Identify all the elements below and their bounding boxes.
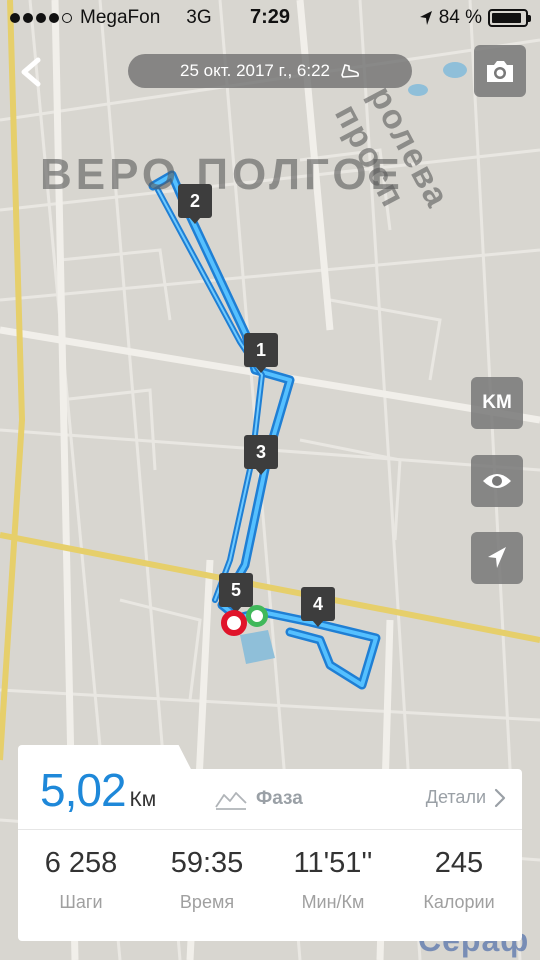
- distance-tab[interactable]: 5,02 Км: [40, 763, 156, 817]
- panel-divider: [18, 829, 522, 830]
- status-bar: MegaFon 3G 7:29 84 %: [0, 0, 540, 36]
- back-button[interactable]: [12, 50, 52, 94]
- finish-pin[interactable]: [246, 605, 268, 627]
- location-arrow-icon: [419, 11, 432, 25]
- camera-icon: [487, 61, 513, 82]
- chart-area-icon: [215, 792, 247, 810]
- phase-label: Фаза: [256, 788, 303, 809]
- details-label: Детали: [425, 787, 486, 807]
- km-splits-button[interactable]: KM: [471, 377, 523, 429]
- start-pin[interactable]: [221, 610, 247, 636]
- workout-summary-panel: 5,02 Км Фаза Детали 6 258 Шаги 59:35 Вре…: [18, 745, 522, 941]
- stat-pace: 11'51'' Мин/Км: [270, 847, 396, 913]
- eye-icon: [483, 474, 511, 488]
- route-marker-3[interactable]: 3: [244, 435, 278, 475]
- camera-button[interactable]: [474, 45, 526, 97]
- phase-tab[interactable]: Фаза: [214, 787, 303, 811]
- stat-value: 59:35: [170, 847, 244, 879]
- battery-icon: [488, 9, 531, 27]
- stat-label: Мин/Км: [301, 892, 365, 912]
- shoe-icon: [341, 64, 360, 78]
- stat-steps: 6 258 Шаги: [18, 847, 144, 913]
- chevron-left-icon: [21, 57, 41, 87]
- chevron-right-icon: [494, 788, 506, 807]
- stat-time: 59:35 Время: [144, 847, 270, 913]
- stat-label: Время: [179, 892, 235, 912]
- stat-value: 6 258: [44, 847, 118, 879]
- stat-value: 245: [434, 847, 484, 879]
- stat-label: Шаги: [59, 892, 103, 912]
- route-marker-2[interactable]: 2: [178, 184, 212, 224]
- stat-label: Калории: [423, 892, 495, 912]
- route-marker-5[interactable]: 5: [219, 573, 253, 613]
- workout-date: 25 окт. 2017 г., 6:22: [180, 61, 330, 80]
- distance-value: 5,02: [40, 764, 127, 816]
- stat-calories: 245 Калории: [396, 847, 522, 913]
- details-link[interactable]: Детали: [426, 787, 506, 808]
- locate-button[interactable]: [471, 532, 523, 584]
- stat-value: 11'51'': [293, 847, 373, 879]
- stats-row: 6 258 Шаги 59:35 Время 11'51'' Мин/Км 24…: [18, 847, 522, 913]
- visibility-button[interactable]: [471, 455, 523, 507]
- navigation-arrow-icon: [488, 547, 506, 568]
- battery-percent: 84 %: [438, 7, 482, 28]
- distance-unit: Км: [129, 788, 157, 811]
- route-marker-4[interactable]: 4: [301, 587, 335, 627]
- route-marker-1[interactable]: 1: [244, 333, 278, 373]
- workout-date-pill[interactable]: 25 окт. 2017 г., 6:22: [128, 54, 412, 88]
